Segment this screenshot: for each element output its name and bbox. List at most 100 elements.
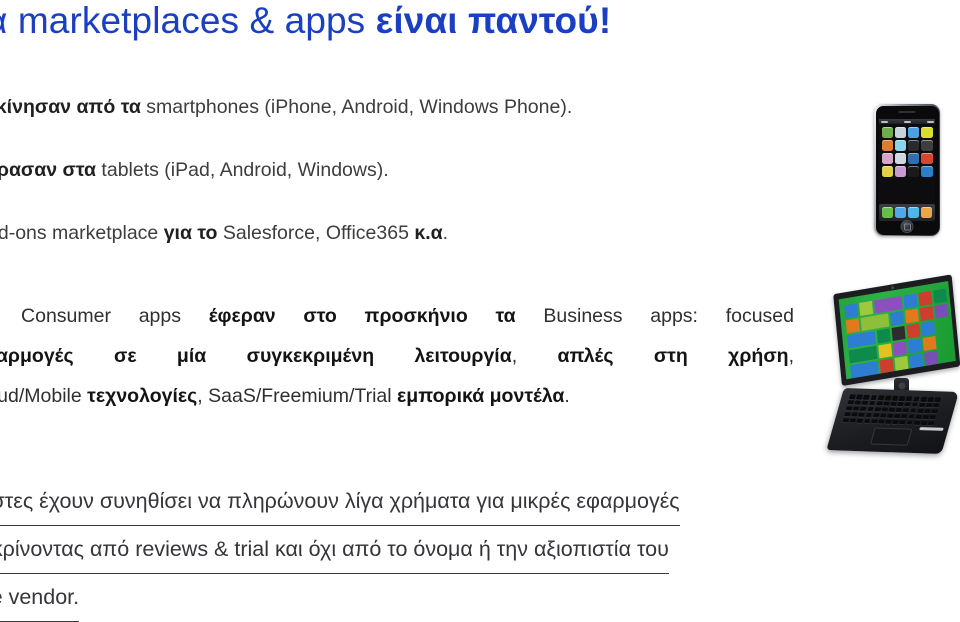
start-screen-tile [876, 328, 891, 344]
keyboard-key [918, 402, 926, 408]
mid-1-bold-1: έφεραν στο προσκήνιο τα [208, 305, 516, 327]
keyboard-key [920, 396, 928, 402]
phone-app-icon [921, 127, 933, 138]
phone-dock [879, 204, 935, 221]
start-screen-tile [891, 325, 906, 342]
mid-3-bold-2: εμπορικά μοντέλα [397, 385, 565, 407]
bullet-3-bold-1: για το [163, 222, 218, 244]
keyboard-key [906, 420, 914, 425]
keyboard-key [916, 408, 924, 414]
keyboard-key [911, 402, 919, 408]
keyboard-key [929, 414, 937, 420]
start-screen-tile [878, 343, 893, 359]
phone-app-icon [894, 166, 906, 177]
phone-app-icon [921, 166, 933, 177]
phone-dock-icon [882, 207, 893, 218]
bullet-3-bold-2: κ.α [414, 222, 443, 244]
phone-app-icon [881, 140, 893, 151]
keyboard-key [872, 412, 880, 418]
keyboard-key [881, 407, 889, 413]
windows-tablet-laptop-image [826, 274, 960, 464]
bullet-item-addons: Add-ons marketplace για το Salesforce, O… [0, 222, 874, 244]
phone-app-icon [921, 153, 933, 164]
keyboard-key [909, 408, 917, 414]
bottom-paragraph: χρήστες έχουν συνηθίσει να πληρώνουν λίγ… [0, 478, 960, 622]
bottom-line-1: χρήστες έχουν συνηθίσει να πληρώνουν λίγ… [0, 478, 680, 526]
mid-1-regular-2: Business apps: focused [515, 305, 794, 327]
phone-home-button [900, 220, 914, 233]
phone-dock-icon [921, 207, 932, 218]
keyboard-key [843, 411, 852, 417]
keyboard-key [870, 418, 878, 424]
bullet-2-regular: tablets (iPad, Android, Windows). [96, 159, 389, 181]
page-title: α marketplaces & apps είναι παντού! [0, 0, 960, 44]
title-bold-part: είναι παντού! [375, 0, 612, 41]
signal-icon [880, 120, 888, 123]
keyboard-key [927, 420, 935, 426]
keyboard-key [899, 419, 907, 425]
phone-app-grid [879, 124, 935, 177]
phone-app-icon [881, 127, 893, 138]
phone-app-icon [894, 140, 906, 151]
keyboard-key [922, 414, 930, 420]
start-screen-tile [892, 340, 908, 356]
bullet-list: Ξεκίνησαν από τα smartphones (iPhone, An… [0, 96, 874, 244]
phone-app-icon [881, 153, 893, 164]
mid-2-bold-2: απλές στη χρήση [557, 345, 789, 367]
phone-app-icon [908, 166, 920, 177]
keyboard-key [914, 414, 923, 420]
bullet-2-bold: Πέρασαν στα [0, 159, 97, 181]
start-screen-tile [845, 318, 860, 334]
keyboard-key [863, 394, 871, 400]
start-screen-tiles [844, 288, 954, 380]
mid-2-regular-2: , [788, 345, 795, 367]
start-screen-tile [934, 303, 949, 319]
middle-paragraph-line-1: α Consumer apps έφεραν στο προσκήνιο τα … [0, 296, 794, 336]
phone-app-icon [894, 127, 906, 138]
start-screen-tile [921, 320, 936, 337]
keyboard-key [875, 401, 883, 406]
keyboard-key [874, 407, 882, 412]
keyboard-key [859, 406, 867, 412]
bottom-line-3: ware vendor. [0, 574, 80, 622]
start-screen-tile [909, 353, 924, 369]
keyboard-key [934, 397, 942, 403]
phone-screen [879, 119, 935, 205]
mid-1-regular-1: α Consumer apps [0, 305, 209, 327]
start-screen-tile [879, 358, 894, 374]
start-screen-tile [919, 305, 934, 322]
bullet-item-smartphones: Ξεκίνησαν από τα smartphones (iPhone, An… [0, 96, 874, 118]
keyboard-key [877, 419, 885, 424]
phone-earpiece [898, 110, 916, 114]
bullet-3-regular-3: . [442, 222, 449, 244]
start-screen-tile [933, 288, 948, 304]
bottom-paragraph-row-1: χρήστες έχουν συνηθίσει να πληρώνουν λίγ… [0, 478, 960, 526]
bullet-1-regular: smartphones (iPhone, Android, Windows Ph… [140, 96, 573, 118]
middle-paragraph: α Consumer apps έφεραν στο προσκήνιο τα … [0, 296, 794, 416]
phone-app-icon [921, 140, 933, 151]
laptop-keyboard [842, 394, 942, 426]
phone-app-icon [908, 153, 920, 164]
mid-3-regular-1: loud/Mobile [0, 385, 82, 407]
middle-paragraph-line-3: loud/Mobile τεχνολογίες, SaaS/Freemium/T… [0, 376, 794, 416]
slide-canvas: α marketplaces & apps είναι παντού! Ξεκί… [0, 0, 960, 622]
carrier-label-icon [903, 120, 911, 123]
mid-3-regular-3: . [564, 385, 570, 407]
keyboard-key [863, 418, 871, 424]
phone-app-icon [908, 140, 920, 151]
bullet-3-regular-1: Add-ons marketplace [0, 222, 159, 244]
laptop-lid [833, 274, 960, 386]
mid-3-bold-1: τεχνολογίες [87, 385, 198, 407]
keyboard-key [877, 395, 885, 401]
laptop-base [826, 388, 959, 455]
start-screen-tile [924, 350, 939, 366]
keyboard-key [882, 401, 890, 407]
keyboard-key [866, 406, 875, 412]
start-screen-tile [890, 310, 905, 327]
phone-dock-icon [895, 207, 906, 218]
keyboard-key [925, 402, 933, 408]
keyboard-key [879, 413, 887, 418]
battery-icon [926, 120, 934, 123]
bottom-line-2: ps) κρίνοντας από reviews & trial και όχ… [0, 526, 669, 574]
keyboard-key [858, 412, 866, 418]
